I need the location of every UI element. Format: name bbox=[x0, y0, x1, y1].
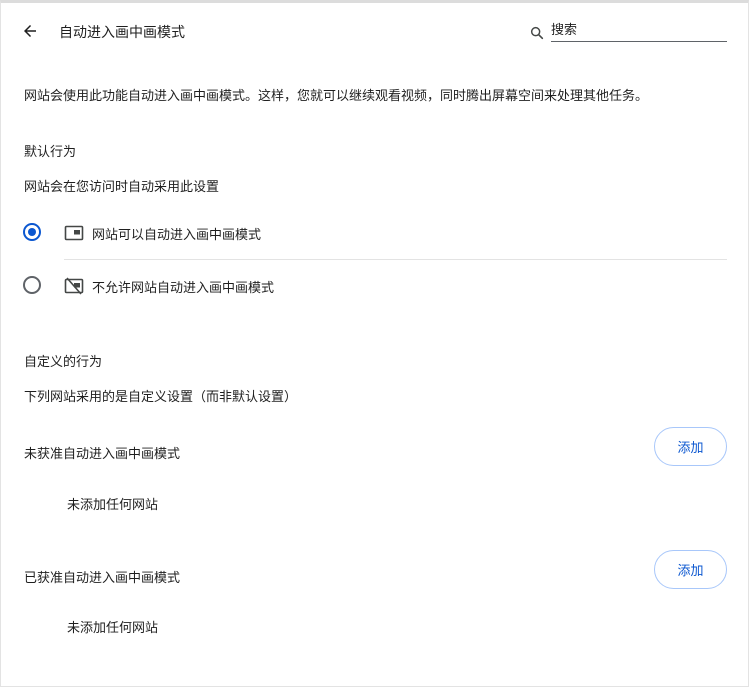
default-behavior-heading: 默认行为 bbox=[24, 145, 77, 160]
arrow-back-icon bbox=[24, 25, 36, 37]
allowed-section-title: 已获准自动进入画中画模式 bbox=[24, 571, 181, 586]
picture-in-picture-icon bbox=[64, 225, 84, 241]
radio-button-allow[interactable] bbox=[23, 223, 41, 241]
page-title: 自动进入画中画模式 bbox=[59, 25, 185, 41]
search-input[interactable] bbox=[551, 19, 727, 42]
radio-option-allow[interactable]: 网站可以自动进入画中画模式 bbox=[18, 210, 727, 256]
back-button[interactable] bbox=[16, 17, 44, 45]
page-header: 自动进入画中画模式 bbox=[0, 3, 751, 60]
radio-button-block[interactable] bbox=[23, 276, 41, 294]
blocked-empty-text: 未添加任何网站 bbox=[67, 498, 159, 513]
radio-label-block: 不允许网站自动进入画中画模式 bbox=[92, 281, 275, 296]
custom-behavior-heading: 自定义的行为 bbox=[24, 355, 103, 370]
search-box[interactable] bbox=[529, 19, 727, 43]
blocked-section-title: 未获准自动进入画中画模式 bbox=[24, 447, 181, 462]
radio-label-allow: 网站可以自动进入画中画模式 bbox=[92, 228, 262, 243]
custom-behavior-subheading: 下列网站采用的是自定义设置（而非默认设置） bbox=[24, 390, 298, 405]
picture-in-picture-off-icon bbox=[64, 277, 84, 295]
allowed-empty-text: 未添加任何网站 bbox=[67, 621, 159, 636]
search-icon bbox=[530, 26, 544, 40]
add-blocked-site-button[interactable]: 添加 bbox=[654, 427, 727, 466]
radio-option-block[interactable]: 不允许网站自动进入画中画模式 bbox=[18, 263, 727, 309]
page-description: 网站会使用此功能自动进入画中画模式。这样，您就可以继续观看视频，同时腾出屏幕空间… bbox=[24, 89, 649, 104]
divider bbox=[64, 259, 727, 260]
add-allowed-site-button[interactable]: 添加 bbox=[654, 550, 727, 589]
default-behavior-subheading: 网站会在您访问时自动采用此设置 bbox=[24, 180, 220, 195]
